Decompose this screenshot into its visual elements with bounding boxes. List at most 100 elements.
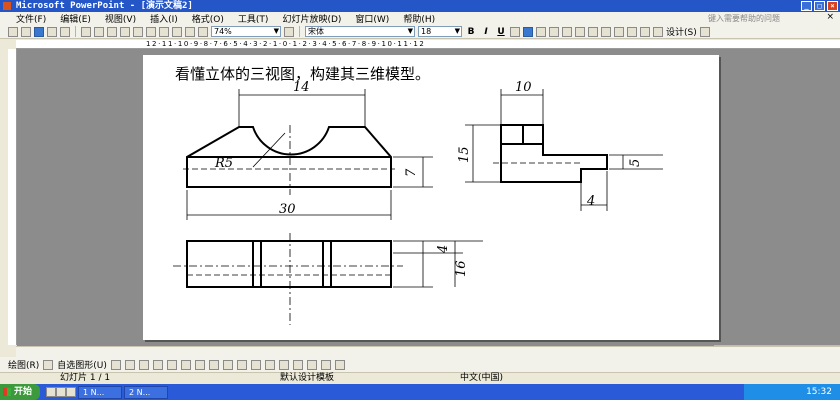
window-title: Microsoft PowerPoint - [演示文稿2]: [16, 1, 193, 11]
maximize-button[interactable]: □: [814, 1, 825, 11]
fill-color-icon[interactable]: [236, 359, 247, 370]
new-icon[interactable]: [8, 26, 18, 37]
vertical-ruler: [8, 49, 17, 345]
horizontal-ruler: 12·11·10·9·8·7·6·5·4·3·2·1·0·1·2·3·4·5·6…: [16, 40, 840, 49]
align-center-icon[interactable]: [536, 26, 546, 37]
line-style-icon[interactable]: [278, 359, 289, 370]
minimize-button[interactable]: _: [801, 1, 812, 11]
table-icon[interactable]: [172, 26, 182, 37]
menu-help[interactable]: 帮助(H): [403, 12, 435, 25]
horizontal-scrollbar[interactable]: [16, 346, 840, 357]
clock[interactable]: 15:32: [806, 387, 832, 397]
system-tray: 15:32: [744, 384, 840, 400]
dim-r5: R5: [214, 156, 233, 171]
indent-icon[interactable]: [614, 26, 624, 37]
diagram-icon[interactable]: [194, 359, 205, 370]
start-button[interactable]: 开始: [0, 384, 40, 400]
dim-7: 7: [404, 168, 419, 177]
color-icon[interactable]: [198, 26, 208, 37]
arrow-icon[interactable]: [124, 359, 135, 370]
oval-icon[interactable]: [152, 359, 163, 370]
task-button-1[interactable]: 1 N...: [78, 385, 122, 399]
menu-slideshow[interactable]: 幻灯片放映(D): [282, 12, 341, 25]
menu-bar: 文件(F) 编辑(E) 视图(V) 插入(I) 格式(O) 工具(T) 幻灯片放…: [0, 12, 840, 25]
zoom-select[interactable]: 74% ▼: [211, 26, 281, 37]
top-view-outline: [186, 240, 392, 288]
task-button-2[interactable]: 2 N...: [124, 385, 168, 399]
line-color-icon[interactable]: [250, 359, 261, 370]
bold-button[interactable]: B: [465, 27, 477, 37]
align-right-icon[interactable]: [549, 26, 559, 37]
help-icon[interactable]: [284, 26, 294, 37]
increase-font-icon[interactable]: [588, 26, 598, 37]
dim-10: 10: [515, 80, 532, 95]
drawing-toolbar: 绘图(R) 自选图形(U): [0, 357, 840, 372]
redo-icon[interactable]: [146, 26, 156, 37]
clipart-icon[interactable]: [208, 359, 219, 370]
cut-icon[interactable]: [81, 26, 91, 37]
align-left-icon[interactable]: [523, 26, 533, 37]
textbox-icon[interactable]: [166, 359, 177, 370]
line-icon[interactable]: [110, 359, 121, 370]
menu-format[interactable]: 格式(O): [192, 12, 224, 25]
chart-icon[interactable]: [159, 26, 169, 37]
new-slide-icon[interactable]: [699, 26, 710, 37]
dash-style-icon[interactable]: [292, 359, 303, 370]
underline-button[interactable]: U: [495, 27, 507, 37]
print-icon[interactable]: [60, 26, 70, 37]
menu-view[interactable]: 视图(V): [105, 12, 136, 25]
status-bar: 幻灯片 1 / 1 默认设计模板 中文(中国): [0, 372, 840, 384]
quicklaunch-ie-icon[interactable]: [46, 387, 56, 397]
bullets-icon[interactable]: [575, 26, 585, 37]
quicklaunch-desktop-icon[interactable]: [56, 387, 66, 397]
dim-16: 16: [454, 260, 469, 277]
help-search-input[interactable]: 键入需要帮助的问题: [708, 13, 780, 24]
menu-edit[interactable]: 编辑(E): [60, 12, 91, 25]
shadow-icon[interactable]: [510, 26, 520, 37]
grid-icon[interactable]: [185, 26, 195, 37]
copy-icon[interactable]: [94, 26, 104, 37]
picture-icon[interactable]: [222, 359, 233, 370]
decrease-font-icon[interactable]: [601, 26, 611, 37]
shadow-style-icon[interactable]: [320, 359, 331, 370]
document-close-icon[interactable]: ×: [826, 12, 834, 22]
menu-window[interactable]: 窗口(W): [355, 12, 389, 25]
permission-icon[interactable]: [47, 26, 57, 37]
open-icon[interactable]: [21, 26, 31, 37]
undo-icon[interactable]: [133, 26, 143, 37]
status-language: 中文(中国): [460, 373, 504, 383]
outdent-icon[interactable]: [627, 26, 637, 37]
italic-button[interactable]: I: [480, 27, 492, 37]
dim-5: 5: [628, 159, 643, 167]
3d-style-icon[interactable]: [334, 359, 345, 370]
dim-15: 15: [457, 146, 472, 163]
draw-menu[interactable]: 绘图(R): [8, 358, 39, 371]
autoshapes-menu[interactable]: 自选图形(U): [57, 358, 107, 371]
three-view-drawing: 14 10 30 R5 4 15 7 5 4 16: [173, 80, 663, 325]
slide-workspace: 看懂立体的三视图，构建其三维模型。 14 10 30 R5 4 15 7 5 4…: [17, 49, 840, 346]
quicklaunch-media-icon[interactable]: [66, 387, 76, 397]
menu-tools[interactable]: 工具(T): [238, 12, 269, 25]
font-color-draw-icon[interactable]: [264, 359, 275, 370]
font-size-select[interactable]: 18 ▼: [418, 26, 462, 37]
design-button[interactable]: 设计(S): [666, 25, 697, 38]
save-icon[interactable]: [34, 26, 44, 37]
numbering-icon[interactable]: [562, 26, 572, 37]
close-button[interactable]: ×: [827, 1, 838, 11]
format-painter-icon[interactable]: [120, 26, 130, 37]
powerpoint-icon: [3, 2, 11, 10]
design-icon[interactable]: [653, 26, 663, 37]
rectangle-icon[interactable]: [138, 359, 149, 370]
side-view-outline: [500, 124, 608, 183]
font-select[interactable]: 宋体 ▼: [305, 26, 415, 37]
paste-icon[interactable]: [107, 26, 117, 37]
arrow-style-icon[interactable]: [306, 359, 317, 370]
select-pointer-icon[interactable]: [43, 359, 54, 370]
wordart-icon[interactable]: [180, 359, 191, 370]
menu-file[interactable]: 文件(F): [16, 12, 46, 25]
standard-toolbar: 74% ▼ 宋体 ▼ 18 ▼ B I U 设计(S): [0, 25, 840, 39]
windows-flag-icon: [3, 388, 11, 396]
menu-insert[interactable]: 插入(I): [150, 12, 178, 25]
font-color-icon[interactable]: [640, 26, 650, 37]
slide-canvas[interactable]: 看懂立体的三视图，构建其三维模型。 14 10 30 R5 4 15 7 5 4…: [143, 55, 719, 340]
